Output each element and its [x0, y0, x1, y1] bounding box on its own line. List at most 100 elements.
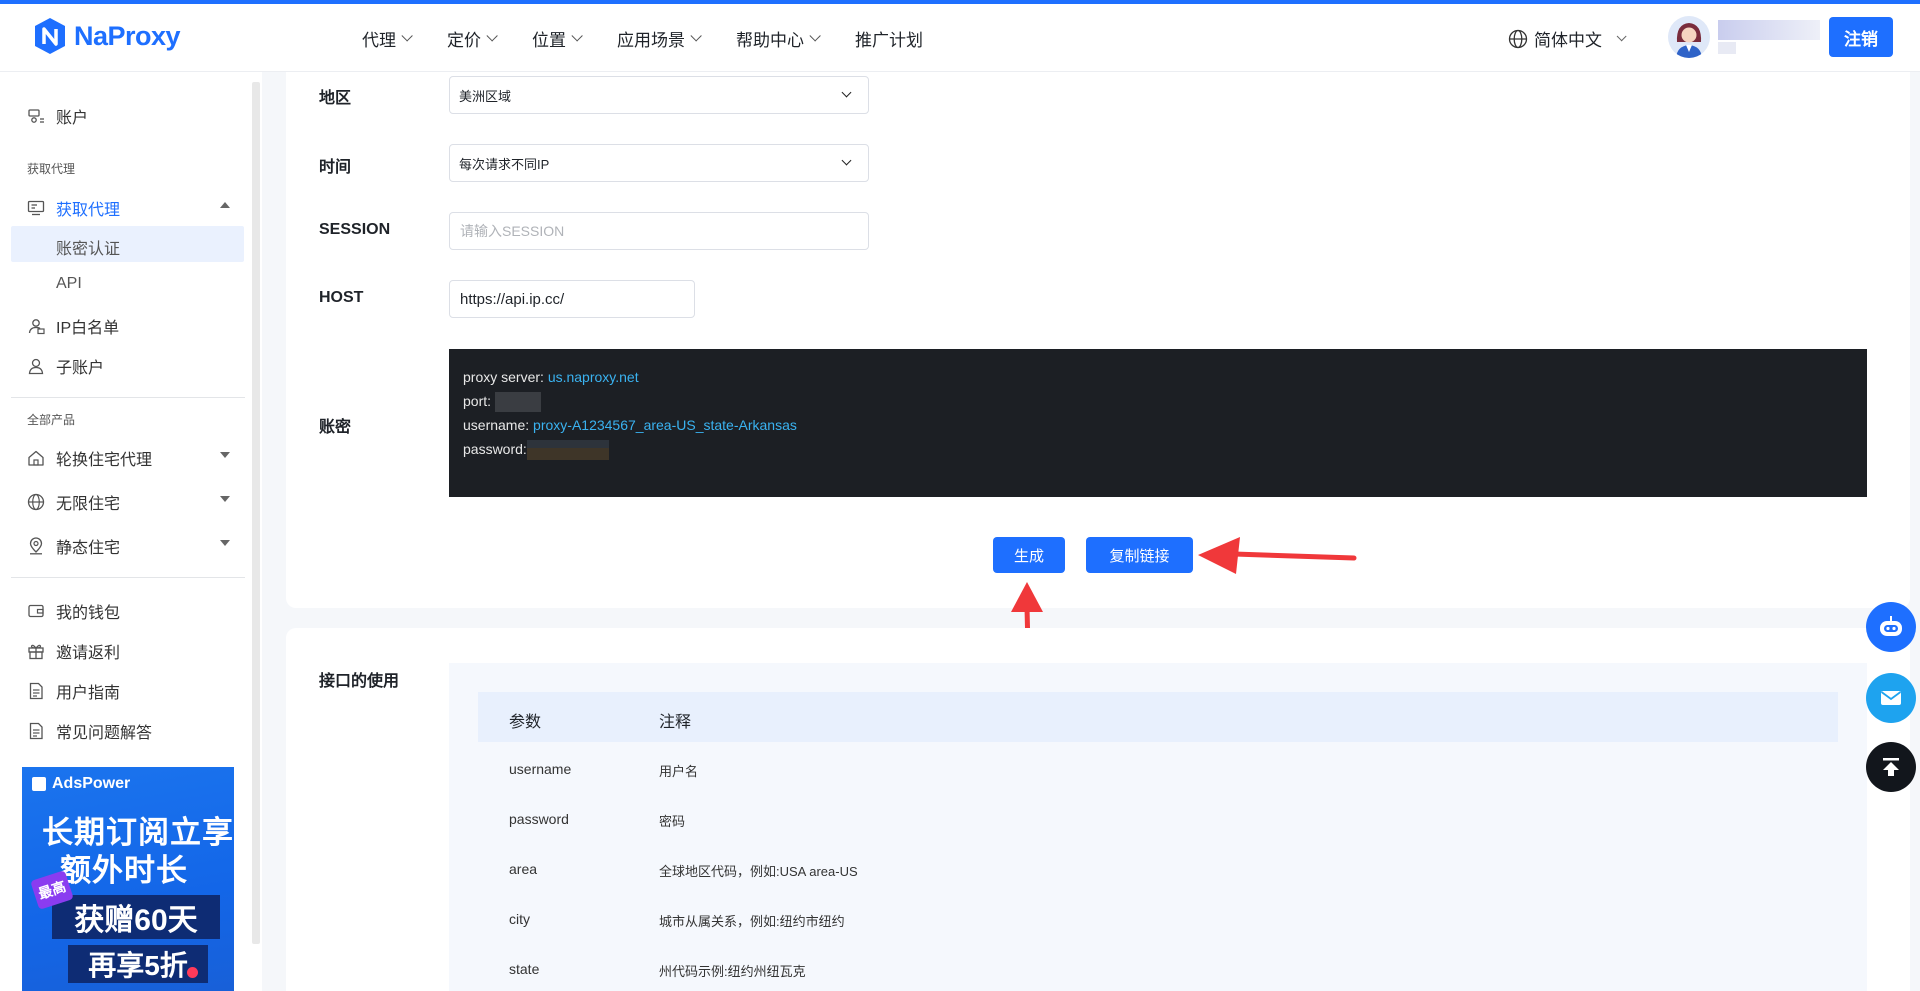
adspower-banner[interactable]: AdsPower 长期订阅立享 额外时长 获赠60天 最高 再享5折 [22, 767, 234, 991]
sidebar-item-label: 常见问题解答 [56, 725, 153, 742]
sidebar-item-label: 静态住宅 [56, 540, 121, 557]
document-icon [27, 682, 45, 700]
sidebar-item-label: 账户 [56, 110, 89, 127]
sidebar-item-label: IP白名单 [56, 320, 120, 337]
proxy-server-line: proxy server: us.naproxy.net [463, 365, 1853, 389]
sidebar-item-ip-whitelist[interactable]: IP白名单 [27, 314, 119, 338]
sidebar-item-api[interactable]: API [56, 275, 82, 293]
nav-pricing[interactable]: 定价 [447, 26, 498, 51]
sidebar-item-rotating-residential[interactable]: 轮换住宅代理 [27, 446, 152, 470]
region-select[interactable]: 美洲区域 [449, 76, 869, 114]
logout-button[interactable]: 注销 [1829, 17, 1893, 57]
globe-icon [1508, 29, 1528, 48]
sidebar-item-invite[interactable]: 邀请返利 [27, 639, 120, 663]
location-pin-icon [27, 537, 45, 555]
credentials-label: 账密 [319, 419, 352, 436]
table-row-note: 用户名 [659, 764, 699, 779]
time-select[interactable]: 每次请求不同IP [449, 144, 869, 182]
sidebar-item-user-pass-auth[interactable]: 账密认证 [56, 235, 120, 259]
home-icon [27, 449, 45, 467]
sidebar-item-sub-account[interactable]: 子账户 [27, 354, 104, 378]
table-row-note: 全球地区代码，例如:USA area-US [659, 864, 858, 879]
sidebar-scrollbar[interactable] [252, 82, 260, 944]
naproxy-logo-icon [35, 18, 65, 54]
nav-proxy-label: 代理 [362, 30, 396, 50]
sidebar-item-wallet[interactable]: 我的钱包 [27, 599, 120, 623]
proxy-server-key: proxy server: [463, 369, 548, 385]
password-line: password: [463, 437, 1853, 461]
username-redacted-sub [1718, 42, 1736, 54]
sidebar-item-faq[interactable]: 常见问题解答 [27, 719, 152, 743]
nav-use-cases[interactable]: 应用场景 [617, 26, 702, 51]
sidebar-item-unlimited-residential[interactable]: 无限住宅 [27, 490, 120, 514]
password-key: password: [463, 441, 527, 457]
logo[interactable]: NaProxy [32, 16, 181, 56]
sidebar-group-all-products: 全部产品 [27, 413, 76, 427]
caret-up-icon [220, 202, 230, 208]
username-redacted [1718, 20, 1820, 40]
chevron-down-icon [401, 30, 413, 42]
nav-use-cases-label: 应用场景 [617, 30, 685, 50]
sidebar-item-guide[interactable]: 用户指南 [27, 679, 120, 703]
mail-icon [1880, 691, 1902, 705]
sidebar-item-account[interactable]: 账户 [27, 104, 88, 128]
back-to-top-icon [1883, 758, 1899, 776]
adspower-logo-icon [32, 777, 46, 791]
copy-link-button[interactable]: 复制链接 [1086, 537, 1193, 573]
sidebar-divider [11, 577, 245, 578]
contact-mail-button[interactable] [1866, 673, 1916, 723]
nav-pricing-label: 定价 [447, 30, 481, 50]
table-row-param: password [509, 811, 569, 827]
robot-icon [1880, 616, 1902, 636]
usage-title: 接口的使用 [319, 673, 400, 690]
time-select-value: 每次请求不同IP [459, 156, 550, 172]
ad-brand-name: AdsPower [52, 775, 131, 792]
nav-locations[interactable]: 位置 [532, 26, 583, 51]
username-value: proxy-A1234567_area-US_state-Arkansas [533, 417, 797, 433]
port-redacted [494, 392, 541, 413]
whitelist-icon [27, 317, 45, 335]
sidebar-group-get-proxy: 获取代理 [27, 162, 76, 176]
time-label: 时间 [319, 159, 352, 176]
nav-affiliate[interactable]: 推广计划 [855, 26, 923, 51]
sidebar-item-label: 轮换住宅代理 [56, 452, 153, 469]
caret-down-icon [220, 496, 230, 502]
chevron-down-icon [841, 87, 852, 98]
username-line: username: proxy-A1234567_area-US_state-A… [463, 413, 1853, 437]
session-label: SESSION [319, 221, 391, 238]
chatbot-button[interactable] [1866, 602, 1916, 652]
sidebar-item-static-residential[interactable]: 静态住宅 [27, 534, 120, 558]
document-icon [27, 722, 45, 740]
caret-down-icon [220, 452, 230, 458]
session-input[interactable]: 请输入SESSION [449, 212, 869, 250]
sidebar-item-label: 无限住宅 [56, 496, 121, 513]
language-selector[interactable]: 简体中文 [1508, 26, 1627, 51]
chevron-down-icon [809, 30, 821, 42]
chevron-down-icon [690, 30, 702, 42]
sidebar-item-get-proxy[interactable]: 获取代理 [27, 196, 120, 220]
back-to-top-button[interactable] [1866, 742, 1916, 792]
table-row-note: 州代码示例:纽约州纽瓦克 [659, 964, 806, 979]
ad-dot [187, 967, 198, 978]
gift-icon [27, 642, 45, 660]
nav-help-center[interactable]: 帮助中心 [736, 26, 821, 51]
sidebar-divider [11, 397, 245, 398]
chevron-down-icon [841, 155, 852, 166]
host-input[interactable]: https://api.ip.cc/ [449, 280, 695, 318]
generate-button[interactable]: 生成 [993, 537, 1065, 573]
credentials-code-block[interactable]: proxy server: us.naproxy.net port: usern… [449, 349, 1867, 497]
header: NaProxy 代理 定价 位置 应用场景 帮助中心 推广计划 简体中文 注销 [0, 4, 1920, 72]
brand-name: NaProxy [74, 20, 181, 51]
password-redacted [526, 440, 609, 461]
nav-proxy[interactable]: 代理 [362, 26, 413, 51]
ad-offer-2: 再享5折 [68, 945, 208, 983]
chevron-down-icon [571, 30, 583, 42]
sidebar-item-label: 邀请返利 [56, 645, 121, 662]
nav-affiliate-label: 推广计划 [855, 30, 923, 50]
wallet-icon [27, 602, 45, 620]
table-row-param: area [509, 861, 538, 877]
user-avatar-icon [1668, 16, 1710, 58]
avatar[interactable] [1668, 16, 1710, 58]
username-key: username: [463, 417, 534, 433]
sidebar-item-label: 用户指南 [56, 685, 121, 702]
